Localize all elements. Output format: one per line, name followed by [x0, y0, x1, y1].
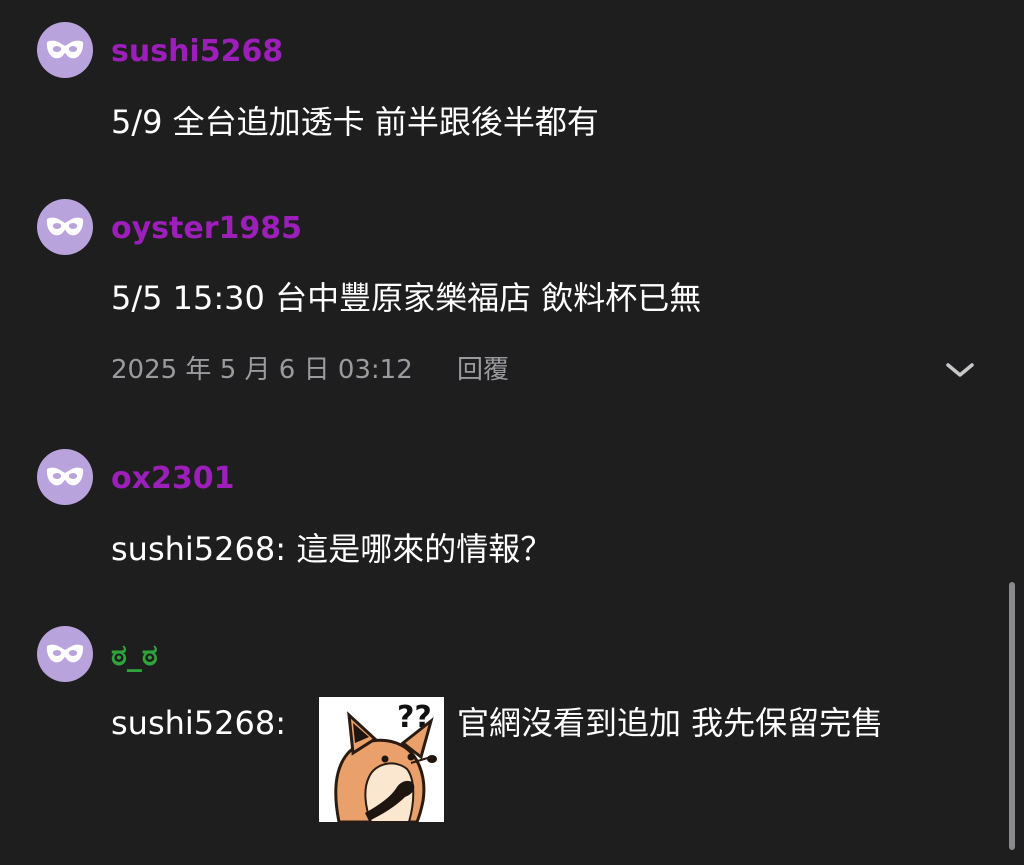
avatar[interactable]	[37, 199, 93, 255]
reply-button[interactable]: 回覆	[457, 354, 509, 386]
chevron-down-icon[interactable]	[944, 358, 976, 382]
confused-fox-sticker[interactable]: ??	[319, 697, 444, 822]
avatar[interactable]	[37, 449, 93, 505]
comment-text-suffix: 官網沒看到追加 我先保留完售	[457, 704, 884, 742]
comment-text: sushi5268: 這是哪來的情報？	[111, 530, 553, 568]
avatar[interactable]	[37, 22, 93, 78]
username[interactable]: ox2301	[111, 461, 234, 497]
mask-icon	[46, 217, 84, 236]
avatar[interactable]	[37, 626, 93, 682]
scrollbar[interactable]	[1009, 582, 1015, 850]
username[interactable]: ಠ_ಠ	[111, 638, 158, 674]
mask-icon	[46, 40, 84, 59]
comment-timestamp: 2025 年 5 月 6 日 03:12	[111, 355, 413, 385]
comment-text: 5/5 15:30 台中豐原家樂福店 飲料杯已無	[111, 279, 702, 317]
mask-icon	[46, 644, 84, 663]
mask-icon	[46, 467, 84, 486]
comment-text-prefix: sushi5268:	[111, 704, 287, 742]
comment-text: 5/9 全台追加透卡 前半跟後半都有	[111, 103, 599, 141]
username[interactable]: sushi5268	[111, 34, 283, 70]
username[interactable]: oyster1985	[111, 211, 302, 247]
